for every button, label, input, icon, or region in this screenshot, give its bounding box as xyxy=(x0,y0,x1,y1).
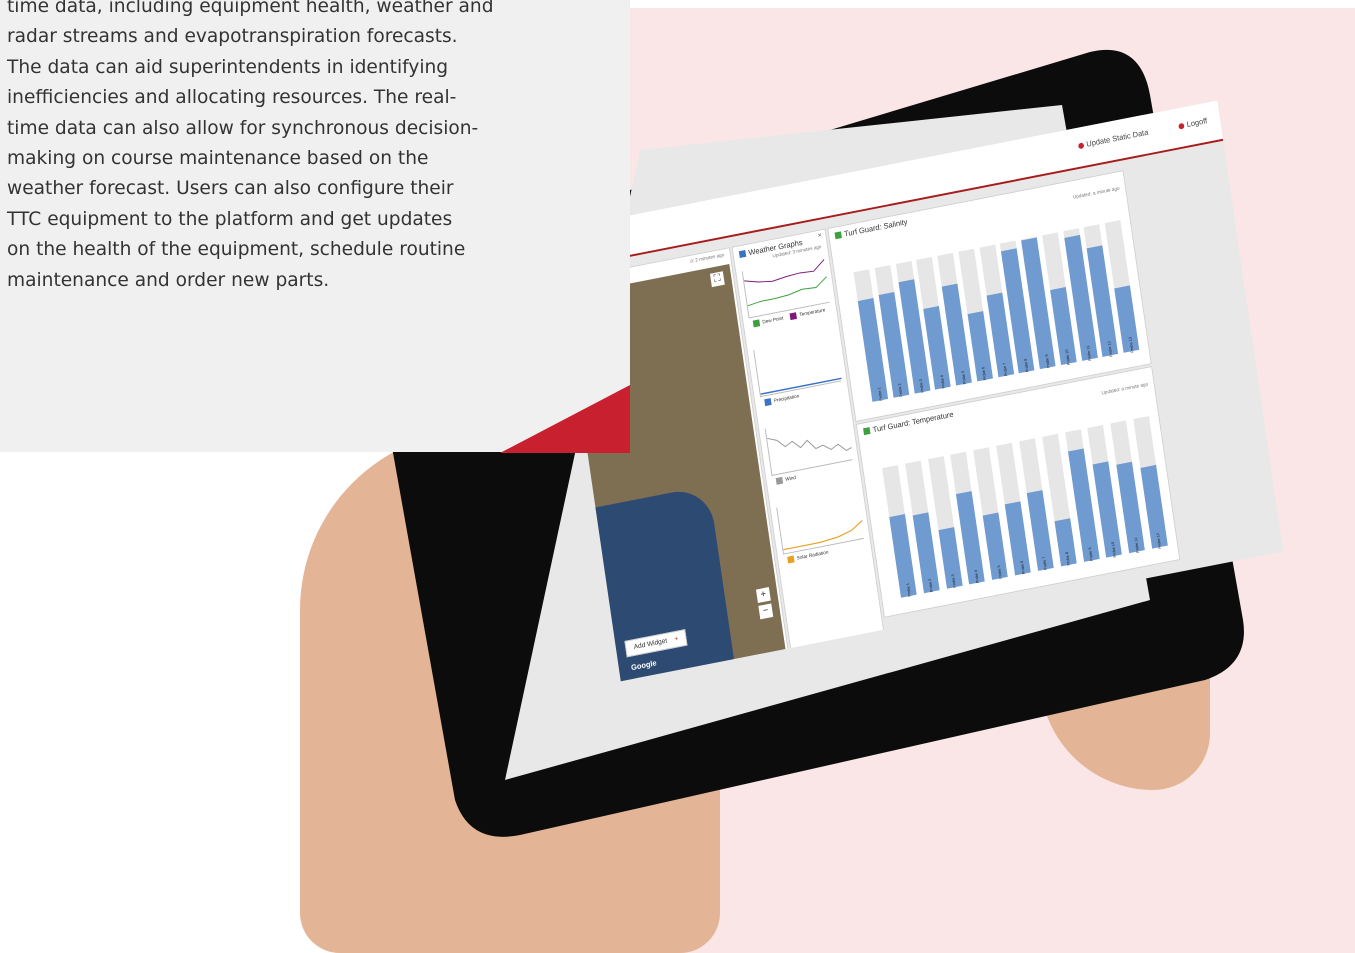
wind-line xyxy=(766,437,852,452)
bar xyxy=(889,514,917,598)
precipitation-swatch xyxy=(764,398,772,407)
map-updated: d: 2 minutes ago xyxy=(689,252,725,265)
solar-swatch xyxy=(787,555,795,564)
zoom-in-button[interactable]: + xyxy=(756,587,771,604)
article-line: TTC equipment to the platform and get up… xyxy=(7,208,453,230)
plus-icon: + xyxy=(673,635,679,643)
wind-legend: Wind xyxy=(775,474,797,485)
bar xyxy=(1004,501,1031,576)
gear-icon xyxy=(1077,142,1085,150)
article-line: maintenance and order new parts. xyxy=(7,269,330,291)
bar xyxy=(1114,284,1140,353)
logoff-button[interactable]: Logoff xyxy=(1178,116,1208,130)
solar-line xyxy=(783,519,863,551)
bar xyxy=(1140,465,1168,549)
update-static-data-button[interactable]: Update Static Data xyxy=(1077,128,1149,150)
bar xyxy=(912,512,940,594)
salinity-updated: Updated: a minute ago xyxy=(1072,185,1120,201)
article-line: inefficiencies and allocating resources.… xyxy=(7,87,457,109)
article-body: time data, including equipment health, w… xyxy=(7,0,567,296)
article-line: on the health of the equipment, schedule… xyxy=(7,239,466,261)
article-line: weather forecast. Users can also configu… xyxy=(7,178,454,200)
logoff-icon xyxy=(1178,122,1185,130)
salinity-icon xyxy=(834,231,842,240)
precipitation-line xyxy=(760,377,842,395)
temperature-icon xyxy=(863,427,871,436)
temperature-swatch xyxy=(789,312,798,321)
zoom-out-button[interactable]: − xyxy=(758,603,774,620)
temperature-bars: Probe 1 Probe 2 Probe 3 Probe 4 Probe 5 Probe… xyxy=(882,415,1168,598)
bar xyxy=(1026,490,1054,571)
article-text-box: time data, including equipment health, w… xyxy=(0,0,630,452)
article-line: radar streams and evapotranspiration for… xyxy=(7,26,458,48)
wind-swatch xyxy=(775,476,784,485)
salinity-bars: Probe 1 Probe 2 Probe 3 Probe 4 Probe 5 Probe… xyxy=(853,220,1140,402)
close-icon[interactable]: × xyxy=(817,232,822,239)
article-line: making on course maintenance based on th… xyxy=(7,148,429,170)
article-line: time data, including equipment health, w… xyxy=(7,0,494,17)
precipitation-graph xyxy=(753,334,842,398)
dew-point-swatch xyxy=(752,319,761,328)
fullscreen-button[interactable]: ⛶ xyxy=(709,271,725,288)
weather-icon xyxy=(738,250,747,259)
bar xyxy=(982,512,1008,580)
temperature-updated: Updated: a minute ago xyxy=(1101,381,1149,397)
wind-graph xyxy=(764,413,853,476)
article-line: The data can aid superintendents in iden… xyxy=(7,56,449,78)
article-line: time data can also allow for synchronous… xyxy=(7,117,479,139)
salinity-title: Turf Guard: Salinity xyxy=(834,217,908,240)
solar-graph xyxy=(776,491,865,555)
